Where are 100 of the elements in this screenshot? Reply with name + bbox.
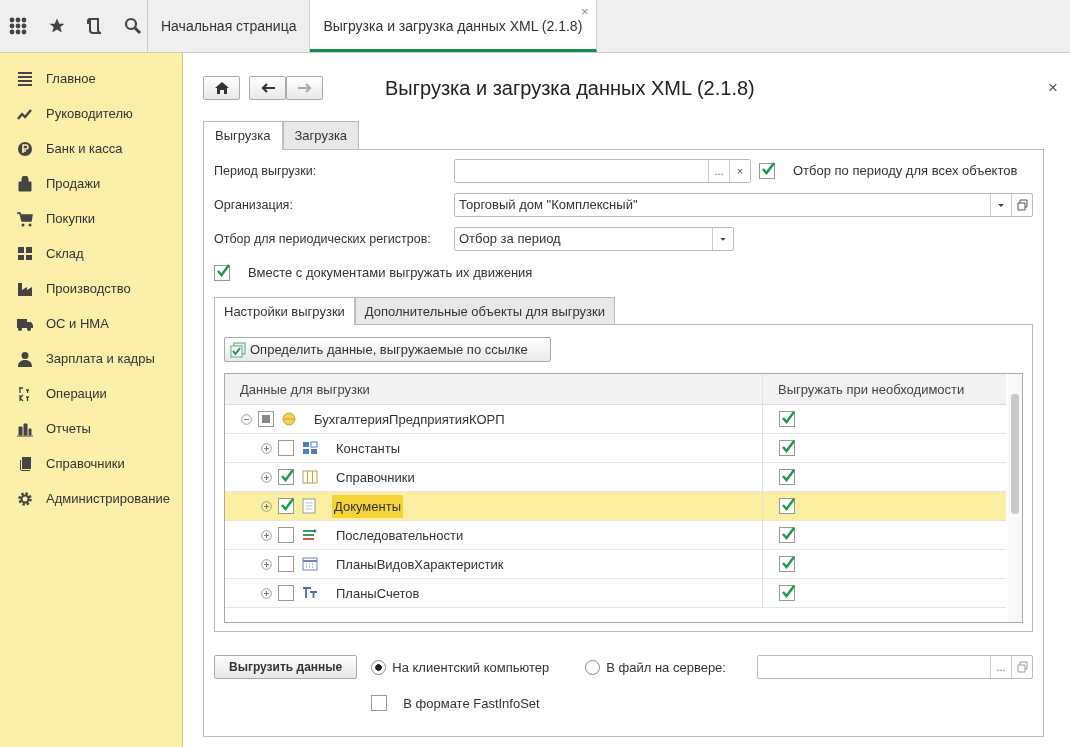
table-icon [302,470,318,484]
page-tab[interactable]: Выгрузка и загрузка данных XML (2.1.8) × [310,0,598,52]
checkbox[interactable] [779,498,795,514]
server-file-field[interactable]: ... [757,655,1033,679]
scroll-icon[interactable] [87,17,103,35]
checkbox[interactable] [779,585,795,601]
checkbox-label: В формате FastInfoSet [403,695,540,711]
search-icon[interactable] [124,17,142,35]
scrollbar[interactable] [1008,374,1022,622]
tree-row[interactable]: БухгалтерияПредприятияКОРП [225,405,1006,434]
radio-button[interactable] [585,659,601,675]
sidebar-item[interactable]: Продажи [46,176,101,191]
checkbox[interactable] [779,556,795,572]
sidebar-item[interactable]: Отчеты [46,421,91,436]
sidebar-item[interactable]: Администрирование [46,491,170,506]
back-button[interactable] [249,76,286,100]
pages-icon [17,455,33,472]
cart-icon [17,210,33,227]
sidebar-item[interactable]: Склад [46,246,84,261]
home-icon [214,82,229,94]
clear-button[interactable]: × [729,159,750,182]
document-icon [302,498,316,514]
checkbox[interactable] [214,264,230,281]
tab-label: Начальная страница [161,18,297,34]
calendar-grid-icon [302,557,318,571]
tree-item-label: Справочники [335,468,416,487]
sidebar-item[interactable]: ОС и НМА [46,316,109,331]
settings-tab[interactable]: Дополнительные объекты для выгрузки [354,297,615,325]
checkbox[interactable] [759,162,775,179]
collapse-icon[interactable] [241,413,252,425]
checkbox[interactable] [779,527,795,543]
export-data-button[interactable]: Выгрузить данные [214,655,358,679]
radio-label: В файл на сервере: [606,659,726,675]
tree-row[interactable]: Последовательности [225,521,1006,550]
expand-icon[interactable] [261,442,272,454]
field-label: Отбор для периодических регистров: [214,231,432,246]
expand-icon[interactable] [261,558,272,570]
checkbox[interactable] [278,527,294,543]
tree-item-label: ПланыВидовХарактеристик [335,555,505,574]
settings-icon [17,490,33,507]
star-icon[interactable] [48,17,66,35]
forward-arrow-icon [297,83,312,93]
checkbox[interactable] [779,469,795,485]
settings-tab[interactable]: Настройки выгрузки [214,297,355,325]
tree-row[interactable]: ПланыВидовХарактеристик [225,550,1006,579]
field-label: Организация: [214,197,294,212]
tree-item-label: БухгалтерияПредприятияКОРП [313,410,506,429]
sidebar-item[interactable]: Руководителю [46,106,133,121]
bag-icon [17,175,33,192]
blocks-icon [17,245,33,262]
tree-item-label: Документы [332,494,403,518]
checkbox[interactable] [278,556,294,572]
form-tab[interactable]: Выгрузка [203,121,283,150]
checked-pages-icon [230,341,246,358]
tree-row[interactable]: Документы [225,492,1006,521]
checkbox[interactable] [278,585,294,601]
tree-item-label: Константы [335,439,401,458]
expand-icon[interactable] [261,587,272,599]
choose-button[interactable]: ... [990,656,1011,678]
checkbox[interactable] [278,498,294,514]
person-icon [17,350,33,367]
close-button[interactable]: × [1048,78,1058,98]
period-field[interactable]: ... × [454,158,751,183]
checkbox[interactable] [258,411,274,427]
field-label: Период выгрузки: [214,163,318,178]
checkbox[interactable] [371,695,388,711]
expand-icon[interactable] [261,471,272,483]
define-data-button[interactable]: Определить данные, выгружаемые по ссылке [224,337,551,362]
sidebar-item[interactable]: Справочники [46,456,125,471]
tree-item-label: Последовательности [335,526,465,545]
column-header: Выгружать при необходимости [777,380,966,399]
tree-row[interactable]: ПланыСчетов [225,579,1006,608]
sidebar-item[interactable]: Операции [46,386,107,401]
close-tab-button[interactable]: × [580,4,589,19]
checkbox[interactable] [278,469,294,485]
checkbox[interactable] [779,440,795,456]
sidebar-item[interactable]: Зарплата и кадры [46,351,155,366]
organization-field[interactable]: Торговый дом "Комплексный" [454,192,1033,217]
column-header: Данные для выгрузки [225,374,763,404]
sidebar-item[interactable]: Производство [46,281,131,296]
factory-icon [17,280,33,297]
checkbox[interactable] [278,440,294,456]
sidebar-item[interactable]: Главное [46,71,96,86]
tab-label: Выгрузка и загрузка данных XML (2.1.8) [323,18,583,34]
sidebar-item[interactable]: Покупки [46,211,95,226]
expand-icon[interactable] [261,500,272,512]
account-chart-icon [302,586,318,600]
home-button[interactable] [203,76,240,100]
radio-button[interactable] [371,659,387,675]
periodic-filter-field[interactable]: Отбор за период [454,226,734,251]
apps-grid-icon[interactable] [9,17,27,35]
form-tab[interactable]: Загрузка [282,121,360,149]
choose-button[interactable]: ... [708,159,729,182]
checkbox[interactable] [779,411,795,427]
arrows-icon [302,528,318,542]
sidebar-item[interactable]: Банк и касса [46,141,123,156]
ruble-coin-icon [17,140,33,157]
menu-icon [17,70,33,87]
expand-icon[interactable] [261,529,272,541]
tree-row[interactable]: Константы [225,434,1006,463]
